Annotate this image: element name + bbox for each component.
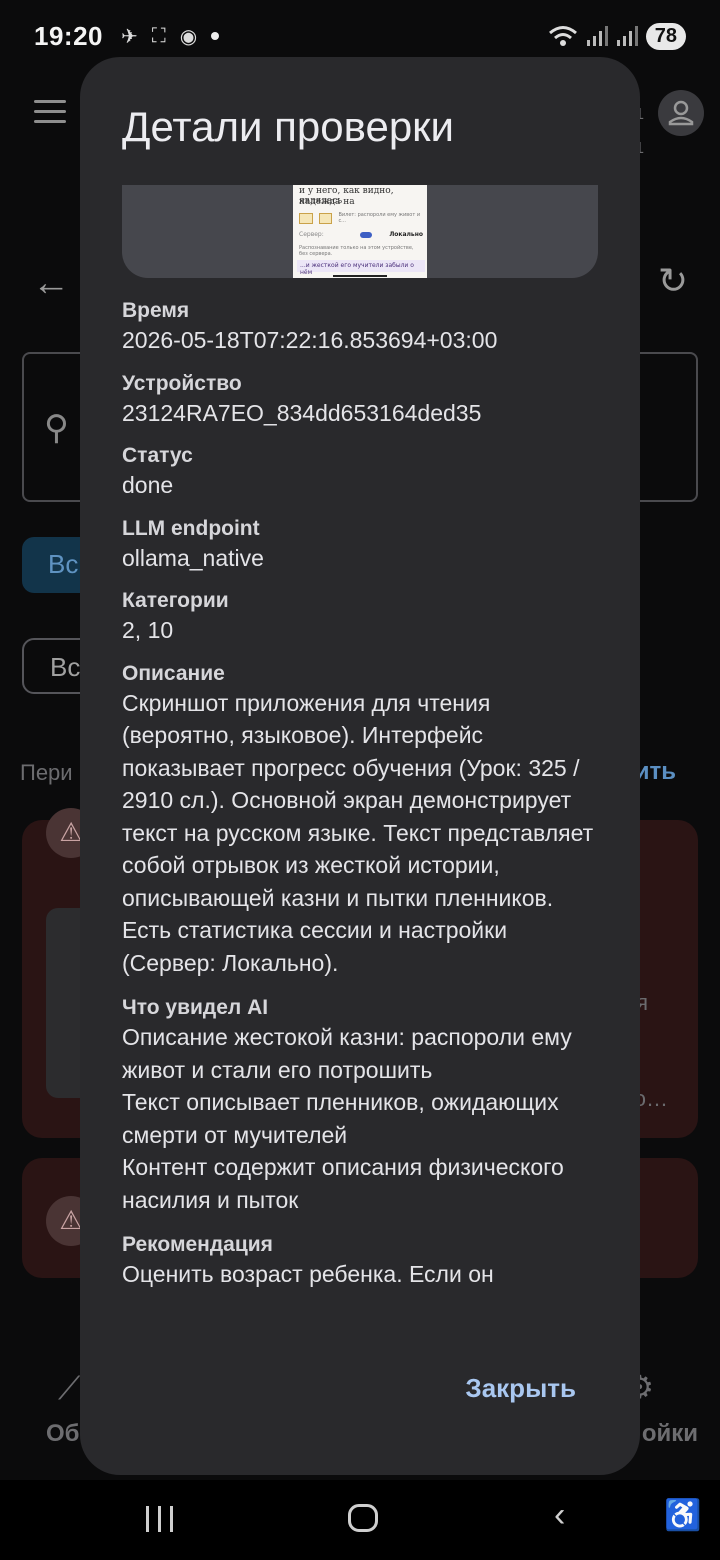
search-icon: ⚲ xyxy=(44,409,69,447)
field-llm-endpoint: LLM endpoint ollama_native xyxy=(122,516,264,571)
dialog-title: Детали проверки xyxy=(122,103,455,150)
menu-icon[interactable] xyxy=(34,100,66,124)
arrow-back-icon[interactable]: ← xyxy=(32,262,70,305)
field-recommendation: Рекомендация Оценить возраст ребенка. Ес… xyxy=(122,1233,494,1287)
field-device: Устройство 23124RA7EO_834dd653164ded35 xyxy=(122,371,482,426)
field-time: Время 2026-05-18T07:22:16.853694+03:00 xyxy=(122,299,498,353)
accessibility-icon[interactable]: ♿ xyxy=(664,1498,701,1533)
preview-button xyxy=(318,212,333,224)
avatar[interactable] xyxy=(658,90,704,136)
details-dialog: Детали проверки и у него, как видно, явл… xyxy=(80,57,640,1475)
field-description: Описание Скриншот приложения для чтения … xyxy=(122,661,594,976)
airplane-notification-icon: ✈ xyxy=(121,25,138,48)
preview-button xyxy=(299,212,313,224)
bottom-tab-settings[interactable]: ойки xyxy=(642,1420,698,1448)
recent-apps-icon[interactable] xyxy=(146,1506,173,1532)
close-button[interactable]: Закрыть xyxy=(465,1373,576,1404)
system-nav-bar: ‹ ♿ xyxy=(0,1480,720,1560)
action-link[interactable]: ить xyxy=(635,758,676,786)
field-status: Статус done xyxy=(122,444,193,498)
dialog-scroll-content[interactable]: и у него, как видно, являлась надежда на… xyxy=(80,185,640,1313)
more-notifications-dot-icon xyxy=(211,32,220,40)
signal-icon xyxy=(586,26,608,46)
back-nav-icon[interactable]: ‹ xyxy=(554,1496,565,1535)
field-categories: Категории 2, 10 xyxy=(122,589,229,643)
status-time: 19:20 xyxy=(34,20,103,51)
person-icon xyxy=(668,100,694,126)
screenshot-icon: ⛶ xyxy=(151,24,166,47)
screenshot-thumbnail: и у него, как видно, являлась надежда на… xyxy=(293,185,427,278)
notification-icons: ✈ ⛶ ◉ xyxy=(121,24,220,49)
field-ai-findings: Что увидел AI Описание жестокой казни: р… xyxy=(122,996,572,1213)
refresh-icon[interactable]: ↻ xyxy=(658,260,688,302)
battery-indicator: 78 xyxy=(645,22,686,50)
screenshot-preview[interactable]: и у него, как видно, являлась надежда на… xyxy=(122,185,598,278)
bottom-tab-review[interactable]: Об xyxy=(46,1420,80,1448)
home-icon[interactable] xyxy=(348,1504,378,1532)
wifi-icon xyxy=(548,26,577,46)
review-tab-icon: ⟋ xyxy=(58,1370,81,1406)
period-label: Пери xyxy=(20,760,73,785)
signal-2-icon xyxy=(616,26,638,46)
preview-toggle xyxy=(359,231,372,238)
chat-bubble-icon: ◉ xyxy=(179,25,198,48)
